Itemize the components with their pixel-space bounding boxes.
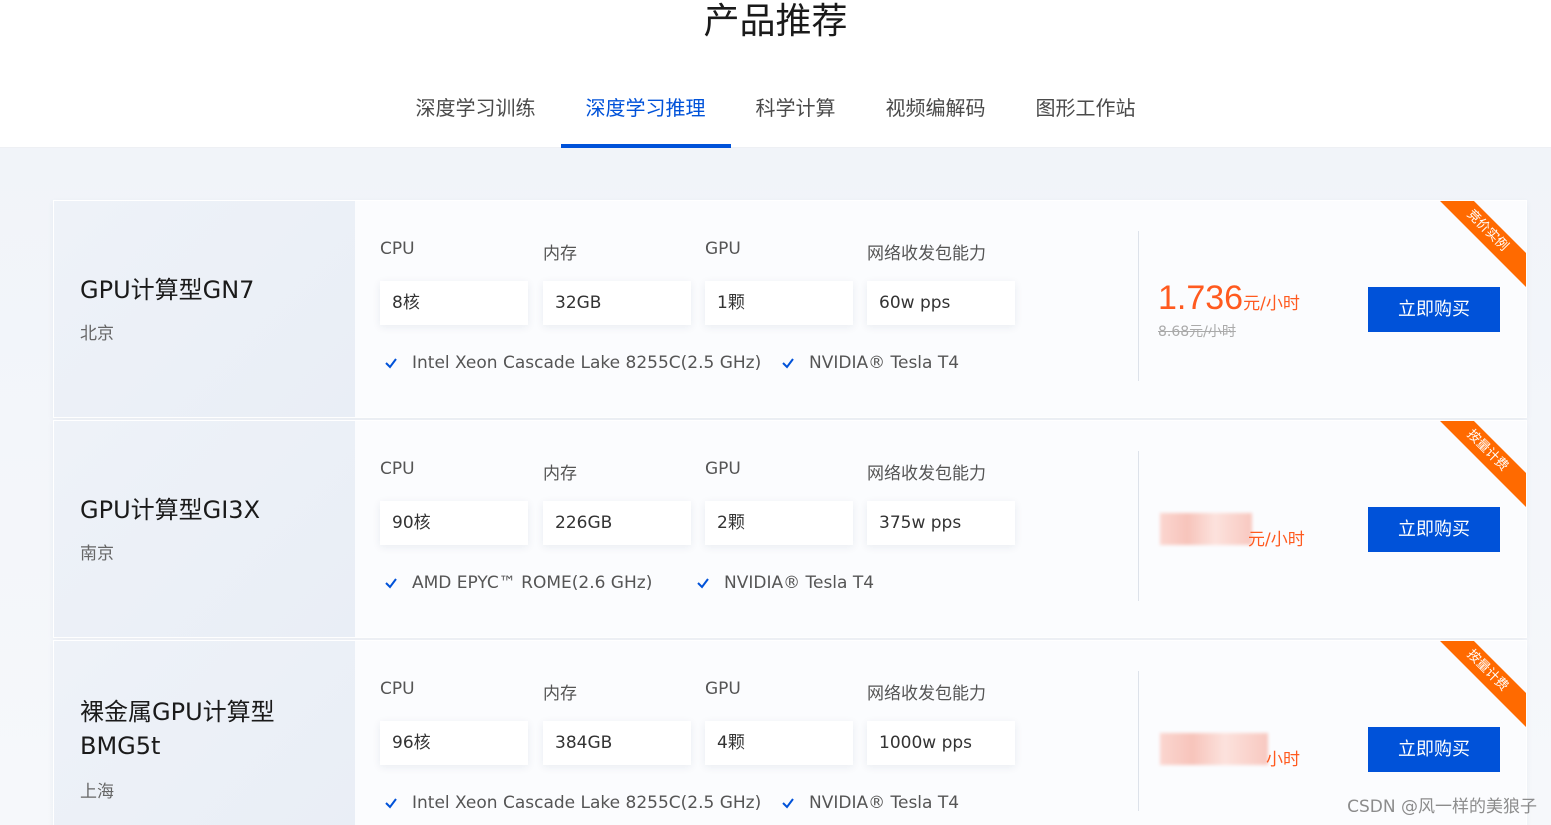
feature-cpu-model: Intel Xeon Cascade Lake 8255C(2.5 GHz) — [384, 793, 761, 813]
memory-label: 内存 — [543, 464, 577, 484]
tab-deep-learning-training[interactable]: 深度学习训练 — [391, 78, 561, 148]
check-icon — [385, 798, 397, 809]
gpu-value: 1颗 — [705, 281, 853, 325]
tab-video-codec[interactable]: 视频编解码 — [861, 78, 1011, 148]
memory-value: 226GB — [543, 501, 691, 545]
divider — [1138, 231, 1139, 381]
gpu-label: GPU — [705, 459, 741, 479]
feature-gpu-model: NVIDIA® Tesla T4 — [696, 573, 874, 593]
feature-text: NVIDIA® Tesla T4 — [724, 573, 875, 593]
buy-button[interactable]: 立即购买 — [1368, 727, 1500, 772]
network-value: 1000w pps — [867, 721, 1015, 765]
network-label: 网络收发包能力 — [867, 464, 986, 484]
feature-text: Intel Xeon Cascade Lake 8255C(2.5 GHz) — [412, 353, 762, 373]
product-region: 上海 — [80, 782, 114, 802]
memory-value: 384GB — [543, 721, 691, 765]
cpu-value: 96核 — [380, 721, 528, 765]
divider — [1138, 671, 1139, 811]
network-label: 网络收发包能力 — [867, 684, 986, 704]
page-title: 产品推荐 — [703, 1, 848, 42]
feature-gpu-model: NVIDIA® Tesla T4 — [781, 353, 959, 373]
gpu-value: 2颗 — [705, 501, 853, 545]
product-name: 裸金属GPU计算型BMG5t — [80, 698, 275, 760]
check-icon — [385, 578, 397, 589]
feature-cpu-model: AMD EPYC™ ROME(2.6 GHz) — [384, 573, 652, 593]
ribbon: 竞价实例 — [1435, 201, 1526, 287]
check-icon — [385, 358, 397, 369]
memory-value: 32GB — [543, 281, 691, 325]
card-header-panel: GPU计算型GN7 北京 — [54, 201, 355, 417]
card-header-panel: GPU计算型GI3X 南京 — [54, 421, 355, 637]
ribbon: 按量计费 — [1435, 641, 1526, 727]
price-amount: 1.736 — [1158, 279, 1244, 317]
gpu-value: 4颗 — [705, 721, 853, 765]
ribbon: 按量计费 — [1435, 421, 1526, 507]
product-card-bmg5t: 裸金属GPU计算型BMG5t 上海 CPU 内存 GPU 网络收发包能力 96核… — [53, 640, 1527, 825]
product-name: GPU计算型GI3X — [80, 496, 261, 524]
cpu-label: CPU — [380, 239, 415, 259]
gpu-label: GPU — [705, 239, 741, 259]
network-value: 60w pps — [867, 281, 1015, 325]
feature-cpu-model: Intel Xeon Cascade Lake 8255C(2.5 GHz) — [384, 353, 761, 373]
gpu-label: GPU — [705, 679, 741, 699]
memory-label: 内存 — [543, 244, 577, 264]
ribbon-label: 按量计费 — [1435, 421, 1526, 507]
product-region: 北京 — [80, 324, 114, 344]
ribbon-label: 按量计费 — [1435, 641, 1526, 727]
divider — [1138, 451, 1139, 601]
tab-deep-learning-inference[interactable]: 深度学习推理 — [560, 78, 731, 148]
blurred-price — [1160, 513, 1252, 545]
price-unit: 元/小时 — [1243, 294, 1300, 314]
buy-button[interactable]: 立即购买 — [1368, 507, 1500, 552]
feature-text: NVIDIA® Tesla T4 — [809, 793, 960, 813]
price-unit: 小时 — [1266, 750, 1300, 770]
product-card-gn7: GPU计算型GN7 北京 CPU 内存 GPU 网络收发包能力 8核 32GB … — [53, 200, 1527, 418]
product-card-gi3x: GPU计算型GI3X 南京 CPU 内存 GPU 网络收发包能力 90核 226… — [53, 420, 1527, 638]
buy-button[interactable]: 立即购买 — [1368, 287, 1500, 332]
memory-label: 内存 — [543, 684, 577, 704]
ribbon-label: 竞价实例 — [1435, 201, 1526, 287]
check-icon — [697, 578, 709, 589]
feature-gpu-model: NVIDIA® Tesla T4 — [781, 793, 959, 813]
feature-text: AMD EPYC™ ROME(2.6 GHz) — [412, 573, 653, 593]
card-header-panel: 裸金属GPU计算型BMG5t 上海 — [54, 641, 355, 825]
product-region: 南京 — [80, 544, 114, 564]
check-icon — [782, 798, 794, 809]
cpu-label: CPU — [380, 459, 415, 479]
cpu-label: CPU — [380, 679, 415, 699]
cpu-value: 8核 — [380, 281, 528, 325]
watermark: CSDN @风一样的美狼子 — [1347, 797, 1537, 817]
product-name: GPU计算型GN7 — [80, 276, 255, 304]
category-tabs: 深度学习训练 深度学习推理 科学计算 视频编解码 图形工作站 — [0, 78, 1551, 148]
blurred-price — [1160, 733, 1268, 765]
tab-scientific-computing[interactable]: 科学计算 — [731, 78, 861, 148]
tab-graphics-workstation[interactable]: 图形工作站 — [1011, 78, 1161, 148]
cpu-value: 90核 — [380, 501, 528, 545]
feature-text: NVIDIA® Tesla T4 — [809, 353, 960, 373]
price: 1.736元/小时 — [1158, 279, 1300, 318]
price-unit: 元/小时 — [1248, 530, 1305, 550]
original-price: 8.68元/小时 — [1158, 324, 1236, 340]
network-label: 网络收发包能力 — [867, 244, 986, 264]
check-icon — [782, 358, 794, 369]
network-value: 375w pps — [867, 501, 1015, 545]
feature-text: Intel Xeon Cascade Lake 8255C(2.5 GHz) — [412, 793, 762, 813]
